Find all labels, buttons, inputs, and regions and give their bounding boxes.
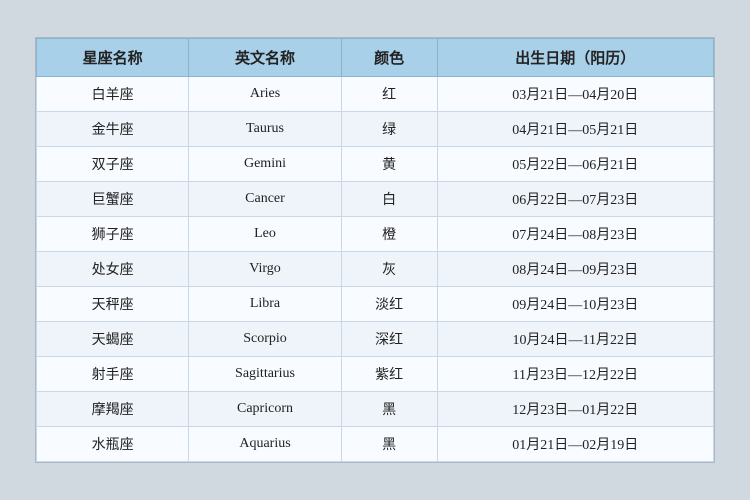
cell-zh-name: 射手座	[37, 357, 189, 392]
table-body: 白羊座Aries红03月21日—04月20日金牛座Taurus绿04月21日—0…	[37, 77, 714, 462]
cell-dates: 10月24日—11月22日	[437, 322, 713, 357]
cell-color: 绿	[341, 112, 437, 147]
cell-zh-name: 处女座	[37, 252, 189, 287]
cell-color: 紫红	[341, 357, 437, 392]
cell-color: 黄	[341, 147, 437, 182]
cell-dates: 09月24日—10月23日	[437, 287, 713, 322]
cell-color: 黑	[341, 427, 437, 462]
cell-dates: 03月21日—04月20日	[437, 77, 713, 112]
cell-dates: 01月21日—02月19日	[437, 427, 713, 462]
header-en-name: 英文名称	[189, 39, 341, 77]
cell-en-name: Aquarius	[189, 427, 341, 462]
cell-en-name: Libra	[189, 287, 341, 322]
cell-dates: 04月21日—05月21日	[437, 112, 713, 147]
cell-color: 灰	[341, 252, 437, 287]
table-row: 天蝎座Scorpio深红10月24日—11月22日	[37, 322, 714, 357]
cell-dates: 11月23日—12月22日	[437, 357, 713, 392]
table-row: 天秤座Libra淡红09月24日—10月23日	[37, 287, 714, 322]
cell-color: 橙	[341, 217, 437, 252]
table-row: 白羊座Aries红03月21日—04月20日	[37, 77, 714, 112]
header-color: 颜色	[341, 39, 437, 77]
table-row: 射手座Sagittarius紫红11月23日—12月22日	[37, 357, 714, 392]
cell-dates: 05月22日—06月21日	[437, 147, 713, 182]
table-header-row: 星座名称 英文名称 颜色 出生日期（阳历）	[37, 39, 714, 77]
cell-dates: 12月23日—01月22日	[437, 392, 713, 427]
cell-en-name: Taurus	[189, 112, 341, 147]
cell-en-name: Cancer	[189, 182, 341, 217]
cell-zh-name: 水瓶座	[37, 427, 189, 462]
table-row: 巨蟹座Cancer白06月22日—07月23日	[37, 182, 714, 217]
cell-color: 红	[341, 77, 437, 112]
table-row: 摩羯座Capricorn黑12月23日—01月22日	[37, 392, 714, 427]
cell-en-name: Scorpio	[189, 322, 341, 357]
cell-zh-name: 金牛座	[37, 112, 189, 147]
table-row: 水瓶座Aquarius黑01月21日—02月19日	[37, 427, 714, 462]
cell-en-name: Gemini	[189, 147, 341, 182]
cell-zh-name: 狮子座	[37, 217, 189, 252]
cell-color: 淡红	[341, 287, 437, 322]
cell-color: 黑	[341, 392, 437, 427]
zodiac-table-container: 星座名称 英文名称 颜色 出生日期（阳历） 白羊座Aries红03月21日—04…	[35, 37, 715, 463]
table-row: 金牛座Taurus绿04月21日—05月21日	[37, 112, 714, 147]
cell-zh-name: 白羊座	[37, 77, 189, 112]
cell-dates: 06月22日—07月23日	[437, 182, 713, 217]
header-dates: 出生日期（阳历）	[437, 39, 713, 77]
zodiac-table: 星座名称 英文名称 颜色 出生日期（阳历） 白羊座Aries红03月21日—04…	[36, 38, 714, 462]
table-row: 狮子座Leo橙07月24日—08月23日	[37, 217, 714, 252]
cell-dates: 08月24日—09月23日	[437, 252, 713, 287]
cell-en-name: Capricorn	[189, 392, 341, 427]
cell-dates: 07月24日—08月23日	[437, 217, 713, 252]
cell-en-name: Aries	[189, 77, 341, 112]
cell-color: 白	[341, 182, 437, 217]
cell-zh-name: 天蝎座	[37, 322, 189, 357]
cell-en-name: Leo	[189, 217, 341, 252]
header-zh-name: 星座名称	[37, 39, 189, 77]
cell-en-name: Sagittarius	[189, 357, 341, 392]
cell-zh-name: 天秤座	[37, 287, 189, 322]
cell-en-name: Virgo	[189, 252, 341, 287]
table-row: 处女座Virgo灰08月24日—09月23日	[37, 252, 714, 287]
cell-color: 深红	[341, 322, 437, 357]
table-row: 双子座Gemini黄05月22日—06月21日	[37, 147, 714, 182]
cell-zh-name: 双子座	[37, 147, 189, 182]
cell-zh-name: 摩羯座	[37, 392, 189, 427]
cell-zh-name: 巨蟹座	[37, 182, 189, 217]
